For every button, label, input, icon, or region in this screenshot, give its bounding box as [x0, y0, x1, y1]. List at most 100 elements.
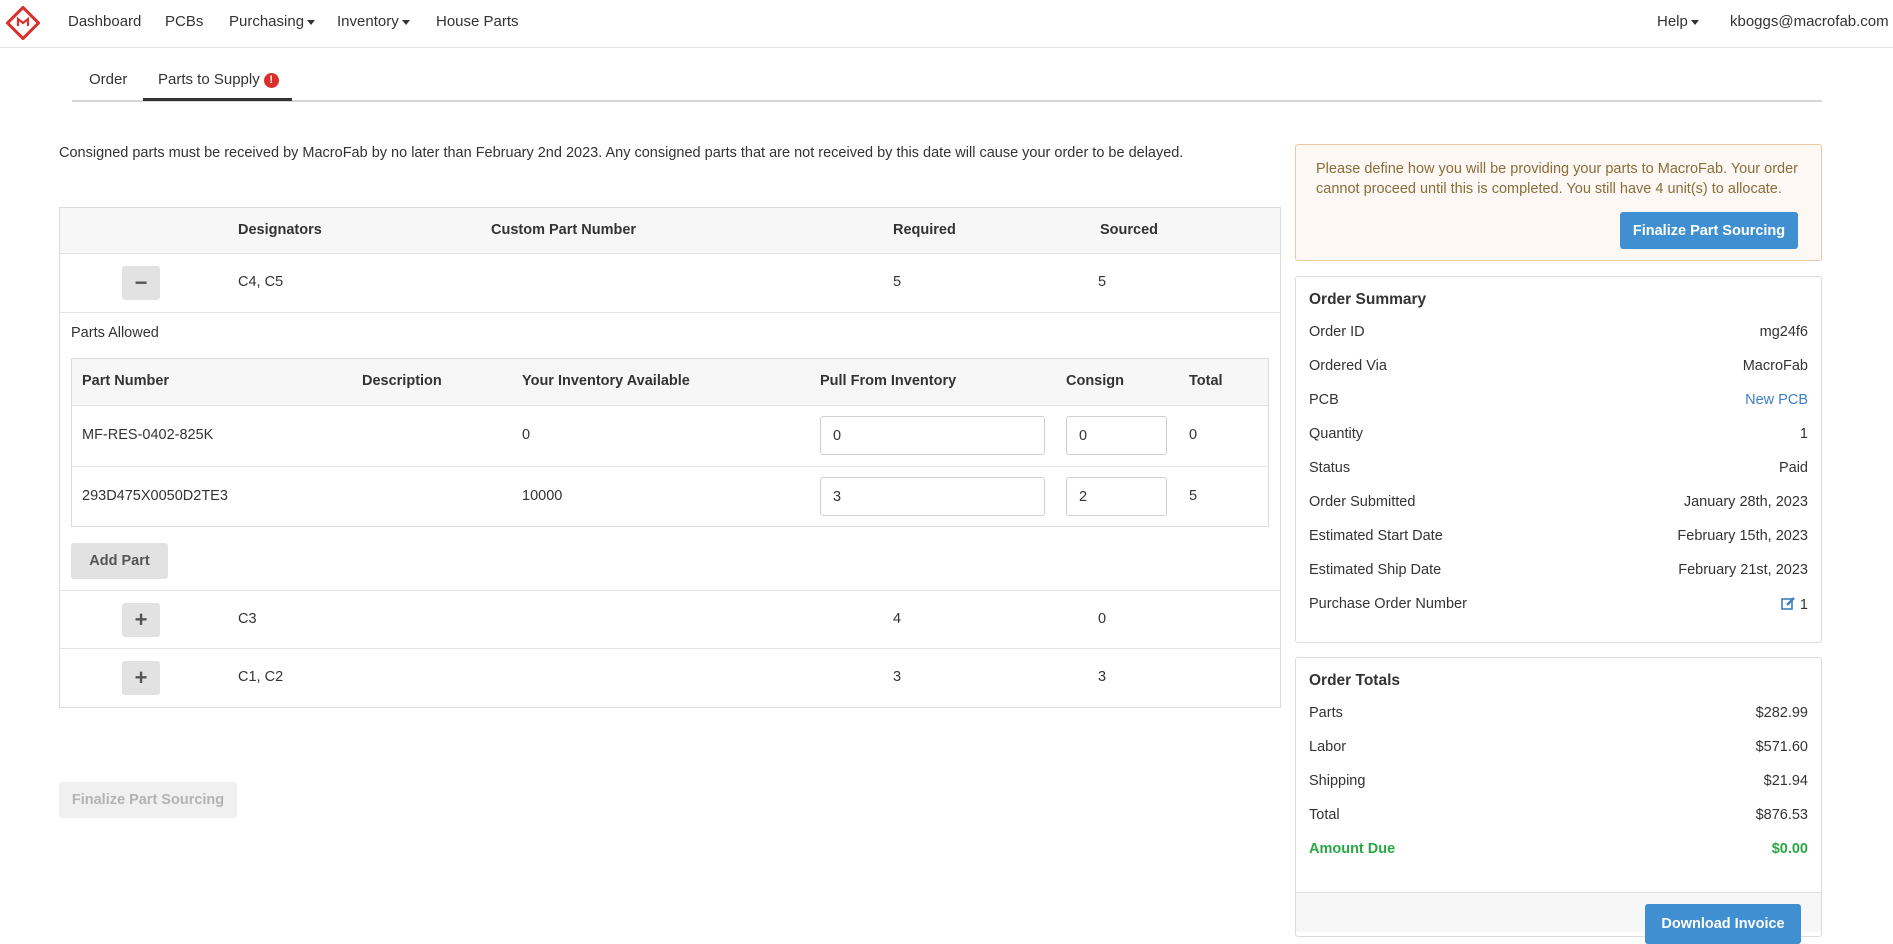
table-row: − C4, C5 5 5	[60, 254, 1280, 313]
chevron-down-icon	[401, 19, 410, 25]
tab-order[interactable]: Order	[89, 71, 127, 88]
summary-value: February 21st, 2023	[1678, 562, 1808, 578]
totals-label: Parts	[1309, 705, 1343, 721]
table-row: 293D475X0050D2TE3 10000 5	[72, 467, 1268, 528]
user-email: kboggs@macrofab.com	[1730, 13, 1889, 30]
nav-inventory[interactable]: Inventory	[337, 13, 410, 30]
expand-button[interactable]: +	[122, 603, 160, 637]
table-row: MF-RES-0402-825K 0 0	[72, 406, 1268, 467]
row-designators: C3	[238, 611, 257, 627]
nav-pcbs[interactable]: PCBs	[165, 13, 203, 30]
inventory-available: 10000	[522, 488, 563, 504]
chevron-down-icon	[1690, 19, 1699, 25]
totals-value: $282.99	[1755, 705, 1808, 721]
summary-value: January 28th, 2023	[1683, 494, 1808, 510]
tab-parts-to-supply-label: Parts to Supply	[158, 71, 260, 88]
row-sourced: 0	[1098, 611, 1107, 627]
row-designators: C4, C5	[238, 274, 284, 290]
header-designators: Designators	[238, 222, 322, 238]
part-total: 0	[1189, 427, 1198, 443]
totals-label: Shipping	[1309, 773, 1366, 789]
part-number: 293D475X0050D2TE3	[82, 488, 228, 504]
tab-parts-to-supply[interactable]: Parts to Supply!	[158, 71, 279, 88]
nav-inventory-label: Inventory	[337, 13, 399, 30]
collapse-button[interactable]: −	[122, 266, 160, 300]
summary-value: February 15th, 2023	[1677, 528, 1808, 544]
active-tab-indicator	[143, 98, 292, 101]
consign-input[interactable]	[1066, 477, 1167, 516]
edit-icon[interactable]	[1781, 596, 1796, 611]
alert-icon: !	[263, 73, 279, 88]
download-invoice-button[interactable]: Download Invoice	[1645, 904, 1801, 944]
order-totals-card: Order Totals Parts $282.99 Labor $571.60…	[1295, 657, 1822, 944]
summary-value: MacroFab	[1742, 358, 1808, 374]
header-part-number: Part Number	[82, 373, 170, 389]
summary-label: Ordered Via	[1309, 358, 1387, 374]
totals-value: $876.53	[1755, 807, 1808, 823]
consignment-notice: Consigned parts must be received by Macr…	[59, 145, 1184, 161]
row-required: 4	[893, 611, 902, 627]
nav-help[interactable]: Help	[1657, 13, 1699, 30]
warning-text: Please define how you will be providing …	[1316, 161, 1798, 197]
allocation-warning: Please define how you will be providing …	[1295, 144, 1822, 261]
table-row: + C3 4 0	[60, 590, 1280, 649]
table-row: + C1, C2 3 3	[60, 649, 1280, 708]
add-part-button[interactable]: Add Part	[71, 543, 168, 579]
row-sourced: 3	[1098, 669, 1107, 685]
finalize-part-sourcing-button[interactable]: Finalize Part Sourcing	[1620, 212, 1798, 249]
expand-button[interactable]: +	[122, 661, 160, 695]
totals-value: $571.60	[1755, 739, 1808, 755]
row-required: 5	[893, 274, 902, 290]
summary-value: Paid	[1778, 460, 1808, 476]
order-totals-title: Order Totals	[1309, 672, 1401, 689]
order-summary-title: Order Summary	[1309, 291, 1427, 308]
row-required: 3	[893, 669, 902, 685]
header-consign: Consign	[1066, 373, 1124, 389]
summary-label: Quantity	[1309, 426, 1363, 442]
po-number-value: 1	[1799, 597, 1808, 613]
chevron-down-icon	[307, 19, 316, 25]
row-sourced: 5	[1098, 274, 1107, 290]
top-navbar: Dashboard PCBs Purchasing Inventory Hous…	[0, 0, 1893, 48]
consign-input[interactable]	[1066, 416, 1167, 455]
order-totals-footer: Download Invoice	[1296, 892, 1821, 944]
nav-user-menu[interactable]: kboggs@macrofab.com	[1730, 13, 1893, 30]
summary-label: Order ID	[1309, 324, 1365, 340]
summary-label: PCB	[1309, 392, 1339, 408]
header-description: Description	[362, 373, 442, 389]
totals-label: Labor	[1309, 739, 1347, 755]
pull-from-inventory-input[interactable]	[820, 416, 1045, 455]
summary-label: Status	[1309, 460, 1351, 476]
subtable-header: Part Number Description Your Inventory A…	[72, 359, 1268, 406]
summary-label: Purchase Order Number	[1309, 596, 1467, 612]
header-pull-from-inventory: Pull From Inventory	[820, 373, 957, 389]
part-number: MF-RES-0402-825K	[82, 427, 214, 443]
parts-allowed-table: Part Number Description Your Inventory A…	[71, 358, 1269, 527]
summary-value: 1	[1799, 426, 1808, 442]
pcb-link[interactable]: New PCB	[1745, 392, 1808, 408]
header-custom-part-number: Custom Part Number	[491, 222, 637, 238]
header-total: Total	[1189, 373, 1223, 389]
nav-dashboard[interactable]: Dashboard	[68, 13, 141, 30]
header-inventory-available: Your Inventory Available	[522, 373, 690, 389]
amount-due-label: Amount Due	[1309, 841, 1396, 857]
header-required: Required	[893, 222, 956, 238]
table-header: Designators Custom Part Number Required …	[60, 208, 1280, 254]
designators-table: Designators Custom Part Number Required …	[59, 207, 1281, 708]
macrofab-logo-icon[interactable]	[6, 6, 40, 40]
summary-label: Estimated Start Date	[1309, 528, 1443, 544]
amount-due-value: $0.00	[1771, 841, 1808, 857]
totals-label: Total	[1309, 807, 1340, 823]
nav-purchasing[interactable]: Purchasing	[229, 13, 316, 30]
nav-house-parts[interactable]: House Parts	[436, 13, 519, 30]
pull-from-inventory-input[interactable]	[820, 477, 1045, 516]
header-sourced: Sourced	[1100, 222, 1159, 238]
order-summary-card: Order Summary Order ID mg24f6 Ordered Vi…	[1295, 276, 1822, 643]
inventory-available: 0	[522, 427, 531, 443]
purchase-order-number: 1	[1781, 596, 1808, 613]
nav-help-label: Help	[1657, 13, 1688, 30]
row-designators: C1, C2	[238, 669, 284, 685]
summary-label: Estimated Ship Date	[1309, 562, 1442, 578]
nav-purchasing-label: Purchasing	[229, 13, 305, 30]
finalize-part-sourcing-button-disabled: Finalize Part Sourcing	[59, 782, 237, 818]
